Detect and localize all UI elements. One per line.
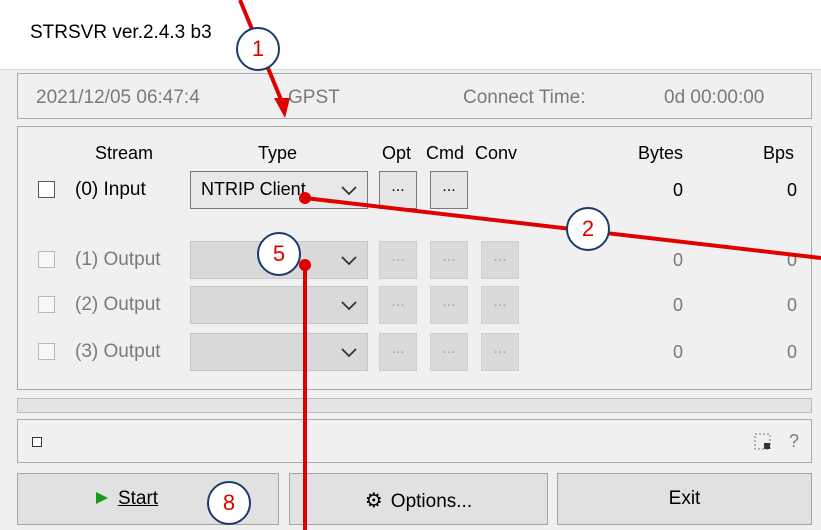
output3-opt-button[interactable]: ... [379, 333, 417, 371]
input-bytes-value: 0 [672, 180, 683, 200]
output1-bytes-value: 0 [672, 250, 683, 270]
col-bps-header: Bps [763, 143, 795, 163]
output3-enable-checkbox[interactable] [38, 343, 55, 360]
output2-bytes-value: 0 [672, 295, 683, 315]
output2-bps-value: 0 [786, 295, 797, 315]
status-panel: 2021/12/05 06:47:4 GPST Connect Time: 0d… [17, 73, 812, 119]
input-cmd-button[interactable]: ... [430, 171, 468, 209]
input-bps-value: 0 [786, 180, 797, 200]
chevron-down-icon [341, 348, 357, 358]
output2-type-select[interactable] [190, 286, 368, 324]
col-type-header: Type [258, 143, 298, 163]
connect-time-value: 0d 00:00:00 [664, 87, 765, 108]
exit-button[interactable]: Exit [557, 473, 812, 525]
resize-grip-icon[interactable] [753, 432, 773, 452]
play-icon [95, 492, 108, 504]
callout-2-badge: 2 [566, 207, 610, 251]
time-system-text: GPST [288, 87, 340, 108]
col-opt-header: Opt [382, 143, 412, 163]
datetime-text: 2021/12/05 06:47:4 [36, 87, 200, 108]
gear-icon: ⚙ [364, 490, 383, 512]
output1-conv-button[interactable]: ... [481, 241, 519, 279]
progress-bar [17, 398, 812, 413]
output1-cmd-button[interactable]: ... [430, 241, 468, 279]
col-conv-header: Conv [475, 143, 518, 163]
input-enable-checkbox[interactable] [38, 181, 55, 198]
options-button-content: ⚙ Options... [290, 488, 547, 513]
input-stream-label: (0) Input [75, 179, 146, 200]
exit-button-label: Exit [668, 488, 701, 509]
chevron-down-icon [341, 256, 357, 266]
input-opt-button[interactable]: ... [379, 171, 417, 209]
start-button-label: Start [117, 488, 159, 509]
output2-cmd-button[interactable]: ... [430, 286, 468, 324]
output2-conv-button[interactable]: ... [481, 286, 519, 324]
output2-enable-checkbox[interactable] [38, 296, 55, 313]
window-title: STRSVR ver.2.4.3 b3 [30, 22, 212, 43]
output3-bps-value: 0 [786, 342, 797, 362]
chevron-down-icon [341, 301, 357, 311]
help-icon[interactable]: ? [789, 431, 799, 452]
output3-type-select[interactable] [190, 333, 368, 371]
output2-stream-label: (2) Output [75, 294, 161, 315]
col-cmd-header: Cmd [426, 143, 465, 163]
output1-enable-checkbox[interactable] [38, 251, 55, 268]
output3-bytes-value: 0 [672, 342, 683, 362]
callout-5-badge: 5 [257, 232, 301, 276]
input-type-value: NTRIP Client [201, 179, 306, 199]
callout-8-badge: 8 [207, 481, 251, 525]
output1-stream-label: (1) Output [75, 249, 161, 270]
options-button[interactable]: ⚙ Options... [289, 473, 548, 525]
output3-cmd-button[interactable]: ... [430, 333, 468, 371]
options-button-label: Options... [390, 491, 473, 512]
title-bar: STRSVR ver.2.4.3 b3 [0, 0, 821, 70]
connect-time-label: Connect Time: [463, 87, 586, 108]
callout-1-badge: 1 [236, 27, 280, 71]
input-type-select[interactable]: NTRIP Client [190, 171, 368, 209]
output1-opt-button[interactable]: ... [379, 241, 417, 279]
output1-bps-value: 0 [786, 250, 797, 270]
status-indicator-icon [32, 437, 42, 447]
col-bytes-header: Bytes [638, 143, 684, 163]
output3-stream-label: (3) Output [75, 341, 161, 362]
output2-opt-button[interactable]: ... [379, 286, 417, 324]
chevron-down-icon [341, 186, 357, 196]
output3-conv-button[interactable]: ... [481, 333, 519, 371]
message-panel: ? [17, 419, 812, 463]
col-stream-header: Stream [95, 143, 154, 163]
